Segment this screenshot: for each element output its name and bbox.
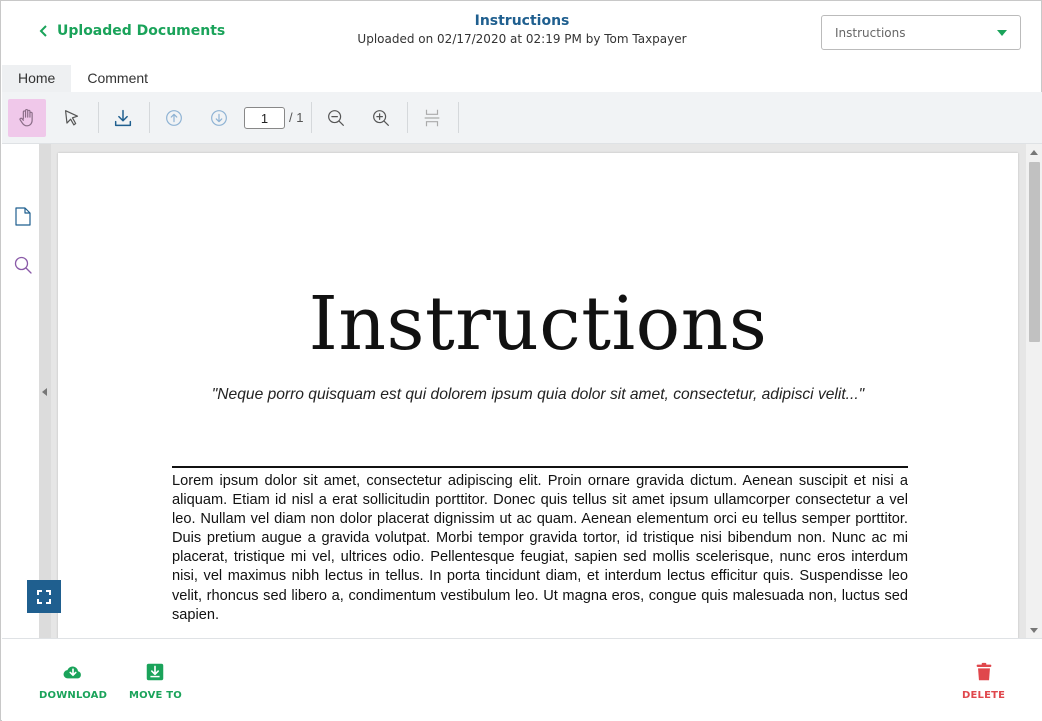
zoom-in-button[interactable] [362,99,400,137]
page-heading: Instructions [308,281,768,367]
toolbar-separator [98,102,99,133]
toolbar-separator [311,102,312,133]
zoom-in-icon [373,110,389,126]
next-page-icon [211,110,227,126]
document-viewer[interactable]: Instructions "Neque porro quisquam est q… [51,144,1026,638]
ribbon-tabs: Home Comment [2,65,164,92]
page-body-text: Lorem ipsum dolor sit amet, consectetur … [172,473,908,623]
trash-icon [976,662,991,681]
toolbar-separator [149,102,150,133]
delete-label: DELETE [962,690,1006,701]
scroll-down-arrow-icon[interactable] [1030,628,1038,633]
download-icon [114,109,132,127]
delete-button[interactable]: DELETE [962,661,1005,701]
download-tool-button[interactable] [104,99,142,137]
document-select-value: Instructions [835,25,906,40]
previous-page-button[interactable] [155,99,193,137]
download-button[interactable]: DOWNLOAD [39,661,107,701]
next-page-button[interactable] [200,99,238,137]
page-total: / 1 [289,110,304,125]
page-rule [172,466,908,468]
collapse-arrow-icon [42,388,47,396]
page-quote: "Neque porro quisquam est qui dolorem ip… [211,386,865,403]
move-to-label: MOVE TO [129,690,182,701]
app-frame: Uploaded Documents Instructions Uploaded… [0,0,1042,721]
toolbar-separator [407,102,408,133]
cloud-download-icon [63,666,81,679]
left-side-panel [2,144,39,638]
search-icon [14,256,32,274]
toolbar-separator [458,102,459,133]
document-page: Instructions "Neque porro quisquam est q… [58,153,1018,638]
download-label: DOWNLOAD [39,690,108,701]
viewer-scrollbar[interactable] [1026,144,1042,638]
scrollbar-thumb[interactable] [1029,162,1040,342]
zoom-out-icon [328,110,344,126]
document-select[interactable]: Instructions [821,15,1021,50]
panel-collapse-handle[interactable] [39,144,51,638]
thumbnails-button[interactable] [12,204,34,228]
pages-icon [15,207,31,226]
pan-hand-icon [19,108,33,127]
tab-home[interactable]: Home [2,65,72,92]
action-footer: DOWNLOAD MOVE TO DELETE [2,638,1042,721]
zoom-out-button[interactable] [317,99,355,137]
pan-tool-button[interactable] [8,99,46,137]
move-to-icon [147,663,164,681]
caret-down-icon [997,29,1007,36]
viewer-toolbar: / 1 [2,92,1042,144]
page-number-input[interactable] [244,107,285,129]
previous-page-icon [166,110,182,126]
fullscreen-icon [37,589,51,604]
page-layout-icon [424,109,440,127]
page-layout-button[interactable] [413,99,451,137]
search-panel-button[interactable] [12,253,34,277]
move-to-button[interactable]: MOVE TO [129,661,182,701]
select-tool-button[interactable] [53,99,91,137]
fullscreen-button[interactable] [27,580,61,613]
tab-comment[interactable]: Comment [71,65,164,92]
scroll-up-arrow-icon[interactable] [1030,150,1038,155]
select-arrow-icon [64,110,79,126]
